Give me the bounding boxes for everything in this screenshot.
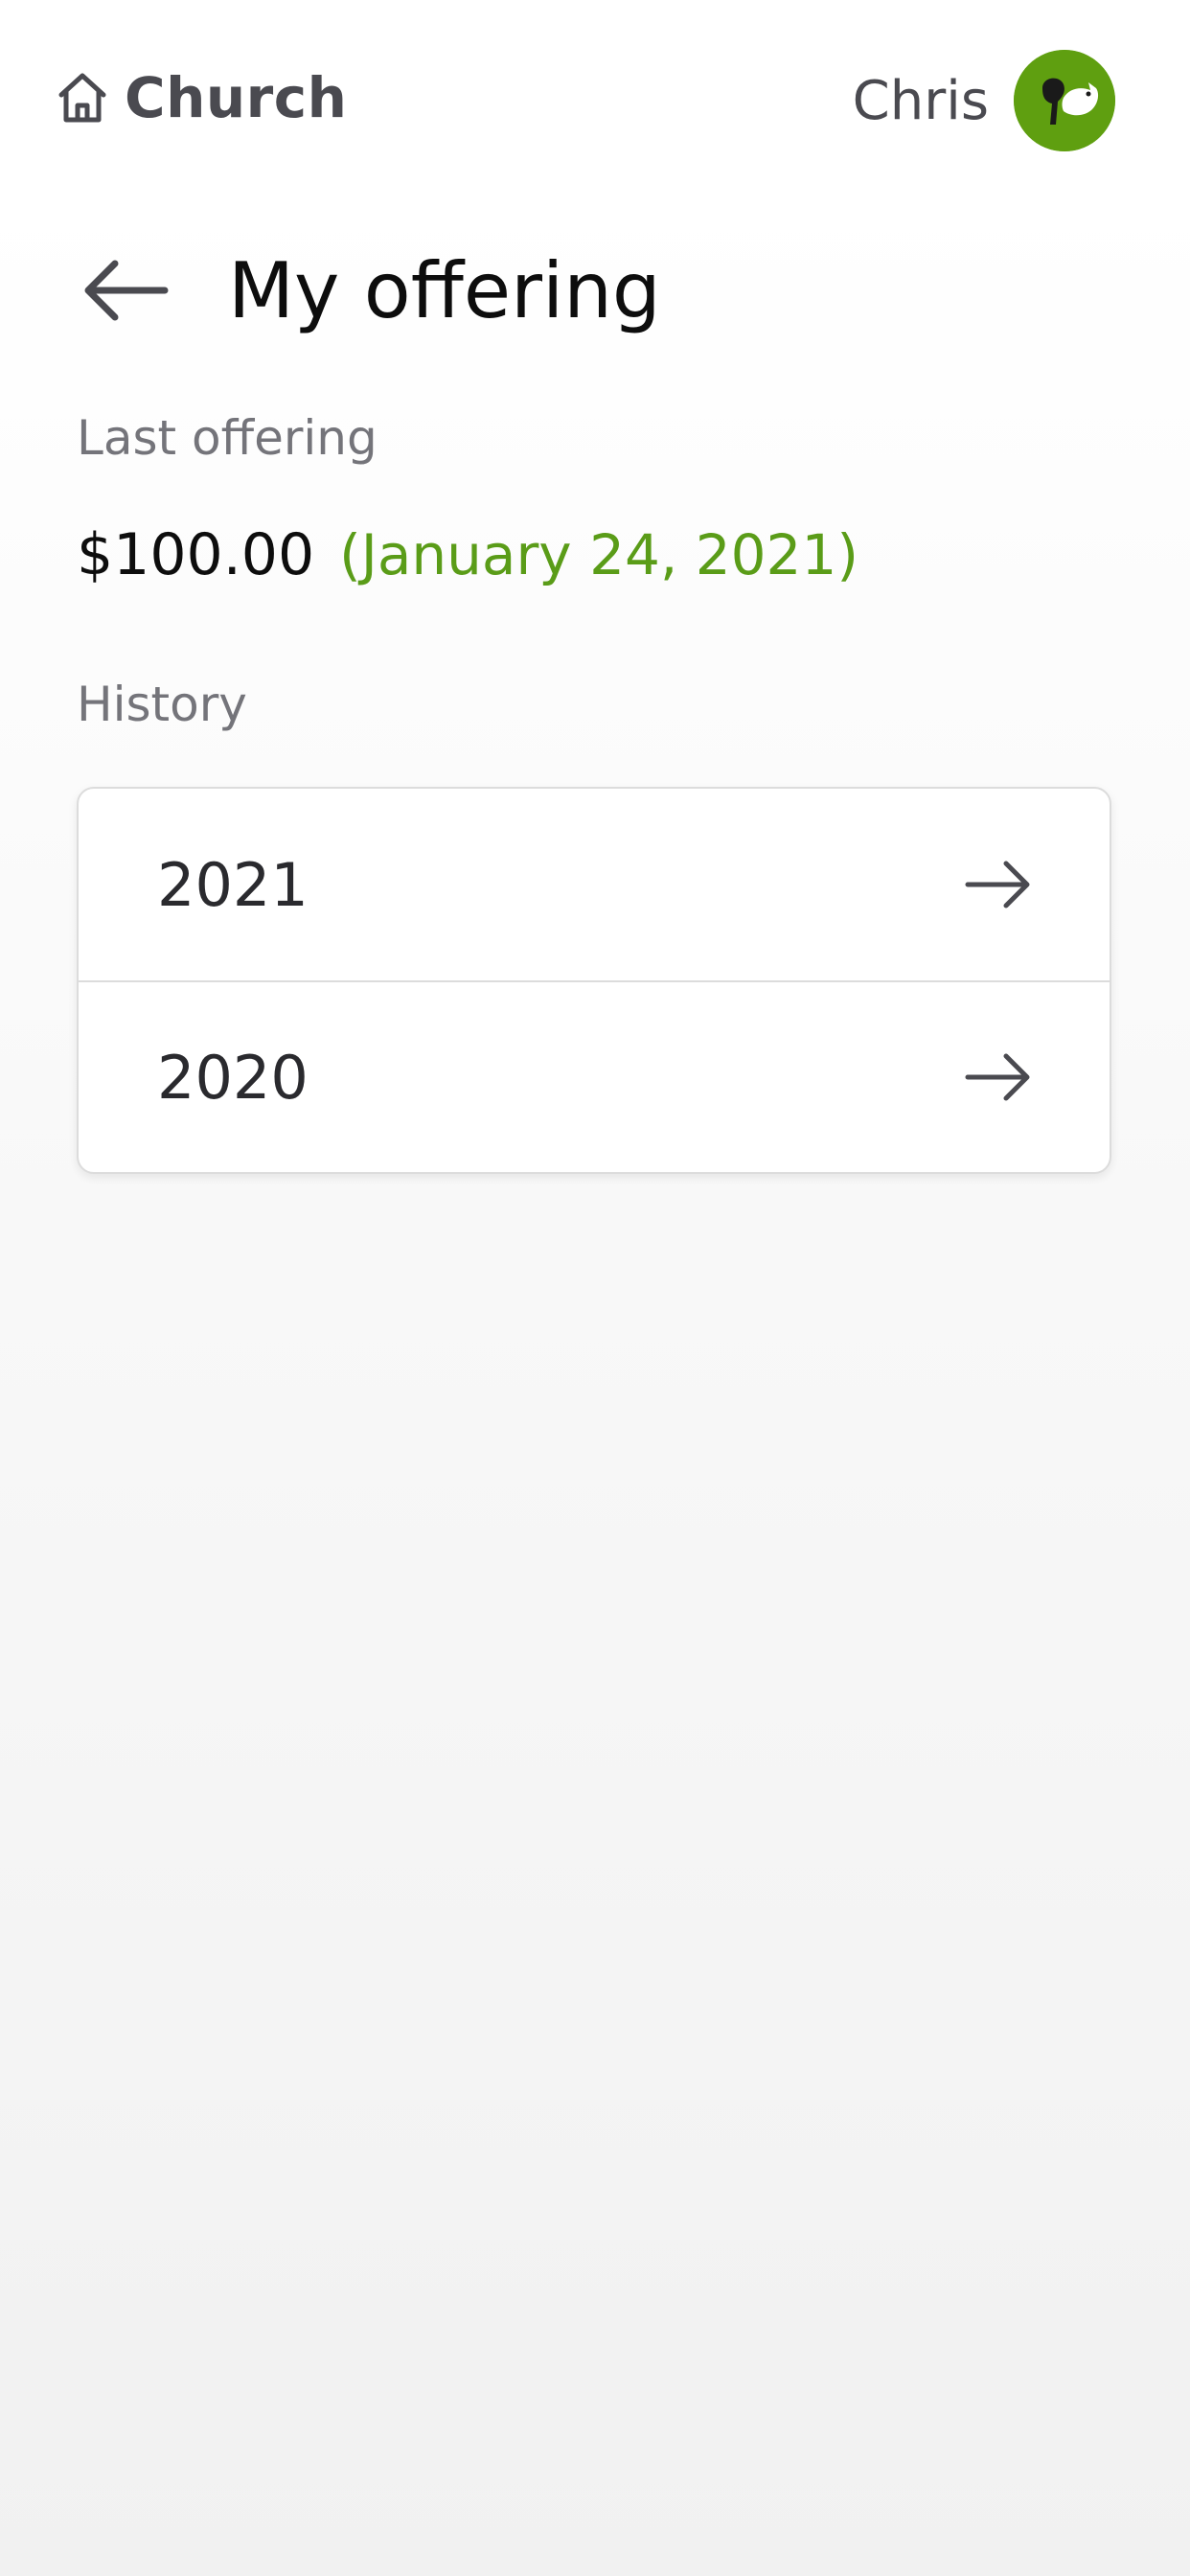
brand-link[interactable]: Church: [54, 61, 347, 134]
user-menu[interactable]: Chris: [853, 50, 1115, 151]
last-offering-label: Last offering: [77, 410, 378, 466]
history-label: History: [77, 677, 247, 732]
page-header: My offering: [77, 238, 661, 343]
arrow-left-icon: [84, 260, 169, 321]
page-title: My offering: [228, 245, 661, 335]
last-offering: $100.00 (January 24, 2021): [77, 521, 858, 588]
history-item-2021[interactable]: 2021: [79, 789, 1110, 980]
last-offering-date: (January 24, 2021): [339, 522, 858, 587]
last-offering-amount: $100.00: [77, 521, 315, 588]
history-list: 2021 2020: [77, 787, 1111, 1174]
history-year: 2020: [157, 1042, 309, 1113]
history-year: 2021: [157, 849, 309, 920]
brand-name: Church: [125, 65, 348, 130]
avatar[interactable]: [1014, 50, 1115, 151]
arrow-right-icon: [964, 856, 1033, 913]
user-name: Chris: [852, 69, 989, 132]
back-button[interactable]: [77, 252, 172, 329]
home-icon: [54, 69, 111, 126]
arrow-right-icon: [964, 1048, 1033, 1106]
top-bar: Church Chris: [0, 0, 1190, 201]
history-item-2020[interactable]: 2020: [79, 980, 1110, 1172]
